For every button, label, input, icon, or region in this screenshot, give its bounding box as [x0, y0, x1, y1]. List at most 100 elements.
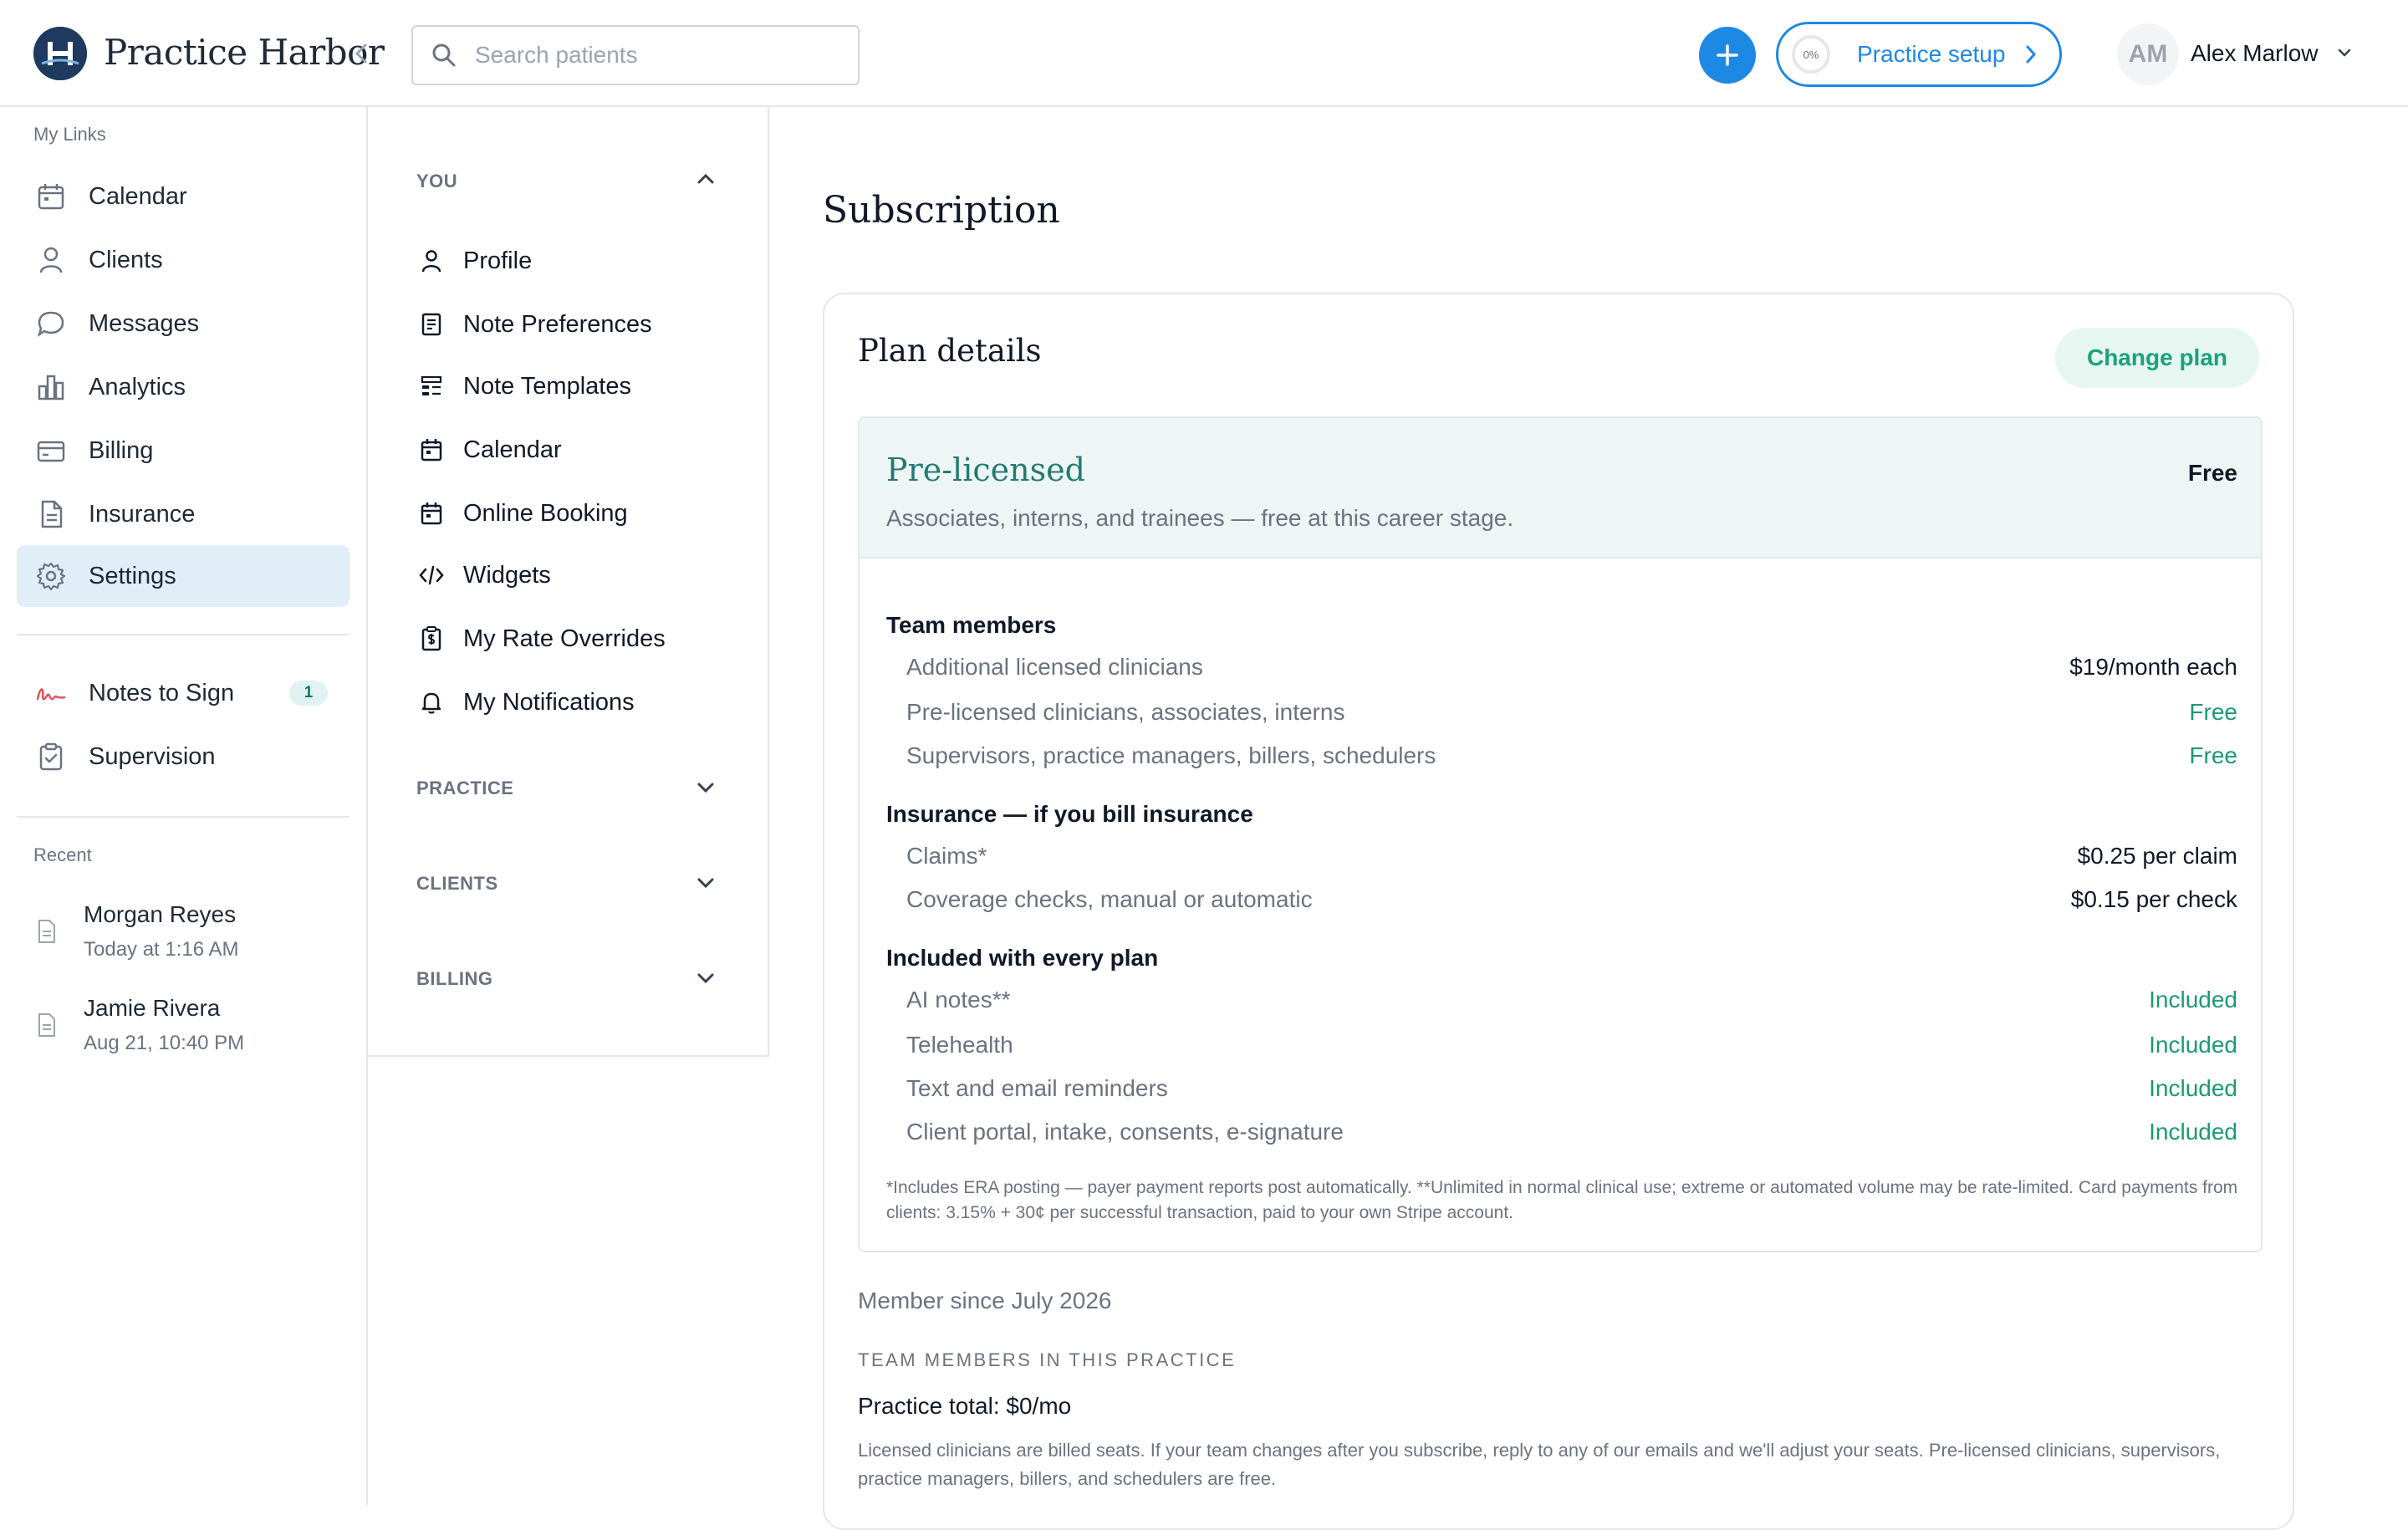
settings-item-note-templates[interactable]: Note Templates	[418, 361, 736, 411]
code-icon	[418, 562, 445, 589]
sidebar-item-label: Settings	[89, 562, 176, 589]
card-title: Plan details	[858, 333, 1042, 369]
member-since: Member since July 2026	[858, 1288, 1112, 1313]
team-members-heading: TEAM MEMBERS IN THIS PRACTICE	[858, 1349, 1237, 1370]
calendar-icon	[35, 181, 67, 212]
brand-name[interactable]: Practice Harbor	[104, 32, 385, 73]
sidebar-item-analytics[interactable]: Analytics	[17, 356, 349, 418]
row-value: Included	[2149, 1119, 2237, 1145]
sidebar-item-label: Messages	[89, 309, 200, 337]
setup-progress-ring: 0%	[1792, 35, 1830, 74]
divider	[17, 634, 349, 635]
chevron-down-icon[interactable]	[696, 781, 716, 794]
row-label: Coverage checks, manual or automatic	[906, 886, 1313, 912]
chevron-right-icon	[2025, 44, 2037, 64]
row-value: Included	[2149, 987, 2237, 1012]
row-value: Free	[2189, 699, 2237, 725]
settings-item-label: My Rate Overrides	[463, 625, 666, 652]
document-icon	[37, 920, 57, 943]
sidebar-item-billing[interactable]: Billing	[17, 420, 349, 482]
row-value: $0.25 per claim	[2077, 843, 2237, 869]
settings-item-my-notifications[interactable]: My Notifications	[418, 677, 736, 727]
settings-item-note-preferences[interactable]: Note Preferences	[418, 299, 736, 349]
add-button[interactable]	[1699, 27, 1756, 84]
row-value: Included	[2149, 1075, 2237, 1101]
recent-item-time: Aug 21, 10:40 PM	[84, 1032, 245, 1054]
recent-label: Recent	[33, 844, 92, 865]
recent-item-time: Today at 1:16 AM	[84, 938, 239, 961]
settings-item-calendar[interactable]: Calendar	[418, 425, 736, 475]
sidebar-item-label: Clients	[89, 246, 163, 273]
settings-item-label: Calendar	[463, 436, 562, 463]
bar-chart-icon	[35, 371, 67, 403]
plan-header: Pre-licensed Associates, interns, and tr…	[860, 418, 2261, 558]
settings-item-online-booking[interactable]: Online Booking	[418, 488, 736, 538]
plan-box: Pre-licensed Associates, interns, and tr…	[858, 416, 2263, 1252]
change-plan-button[interactable]: Change plan	[2055, 328, 2259, 388]
group-billing-label[interactable]: BILLING	[416, 968, 493, 990]
settings-item-widgets[interactable]: Widgets	[418, 550, 736, 600]
recent-item[interactable]: Morgan Reyes Today at 1:16 AM	[17, 895, 349, 978]
brand-logo[interactable]	[33, 27, 87, 80]
price-row: Claims* $0.25 per claim	[906, 843, 2237, 870]
sidebar-item-supervision[interactable]: Supervision	[17, 726, 349, 788]
chevron-down-icon[interactable]	[2336, 47, 2353, 59]
group-clients-label[interactable]: CLIENTS	[416, 873, 498, 895]
row-label: Telehealth	[906, 1032, 1013, 1058]
recent-item-name: Morgan Reyes	[84, 901, 237, 927]
sidebar-item-calendar[interactable]: Calendar	[17, 166, 349, 227]
seat-note: Licensed clinicians are billed seats. If…	[858, 1440, 2221, 1489]
person-icon	[418, 247, 445, 274]
settings-item-label: Note Templates	[463, 372, 631, 400]
footnote: *Includes ERA posting — payer payment re…	[886, 1178, 2238, 1222]
avatar[interactable]: AM	[2117, 23, 2179, 85]
sidebar-item-label: Insurance	[89, 500, 196, 528]
template-icon	[418, 373, 445, 400]
calendar-icon	[418, 500, 445, 527]
price-row: Additional licensed clinicians $19/month …	[906, 654, 2237, 681]
sidebar-item-settings[interactable]: Settings	[17, 545, 349, 607]
group-you-label[interactable]: YOU	[416, 171, 457, 192]
recent-item[interactable]: Jamie Rivera Aug 21, 10:40 PM	[17, 988, 349, 1072]
row-label: Text and email reminders	[906, 1075, 1168, 1101]
row-label: Additional licensed clinicians	[906, 654, 1203, 680]
row-label: Claims*	[906, 843, 987, 869]
row-label: Supervisors, practice managers, billers,…	[906, 742, 1436, 768]
sidebar-item-clients[interactable]: Clients	[17, 229, 349, 291]
price-row: Pre-licensed clinicians, associates, int…	[906, 699, 2237, 726]
settings-nav-panel: YOU Profile Note Preferences Note Templa…	[368, 107, 769, 1057]
practice-setup-button[interactable]: 0% Practice setup	[1776, 22, 2062, 87]
chevron-down-icon[interactable]	[696, 876, 716, 890]
section-heading: Included with every plan	[886, 945, 1159, 971]
chevron-up-icon[interactable]	[696, 172, 716, 186]
page-title: Subscription	[823, 189, 1060, 232]
chevron-down-icon[interactable]	[696, 972, 716, 985]
chevron-left-icon	[355, 43, 367, 64]
top-bar: Practice Harbor 0% Practice setup AM Ale…	[0, 0, 2408, 107]
sidebar-item-notes-to-sign[interactable]: Notes to Sign 1	[17, 662, 349, 724]
settings-item-my-rate-overrides[interactable]: My Rate Overrides	[418, 614, 736, 664]
practice-total: Practice total: $0/mo	[858, 1393, 1072, 1419]
search-box[interactable]	[411, 25, 860, 85]
settings-item-label: Widgets	[463, 561, 551, 589]
settings-item-profile[interactable]: Profile	[418, 236, 736, 286]
search-input[interactable]	[475, 42, 843, 69]
sidebar-item-insurance[interactable]: Insurance	[17, 483, 349, 545]
clipboard-check-icon	[35, 741, 67, 773]
chat-bubble-icon	[35, 308, 67, 339]
recent-item-name: Jamie Rivera	[84, 995, 221, 1021]
user-name[interactable]: Alex Marlow	[2191, 40, 2318, 67]
sidebar-item-label: Billing	[89, 436, 154, 464]
plan-description: Associates, interns, and trainees — free…	[886, 505, 1514, 531]
collapse-sidebar-button[interactable]	[349, 38, 373, 69]
settings-item-label: Profile	[463, 247, 533, 274]
calendar-icon	[418, 436, 445, 463]
plan-name: Pre-licensed	[886, 451, 1085, 488]
count-badge: 1	[289, 681, 328, 706]
row-label: Pre-licensed clinicians, associates, int…	[906, 699, 1345, 725]
sidebar-item-messages[interactable]: Messages	[17, 293, 349, 354]
row-value: $19/month each	[2069, 654, 2237, 680]
gear-icon	[35, 560, 67, 592]
plus-icon	[1717, 44, 1738, 66]
group-practice-label[interactable]: PRACTICE	[416, 778, 513, 799]
